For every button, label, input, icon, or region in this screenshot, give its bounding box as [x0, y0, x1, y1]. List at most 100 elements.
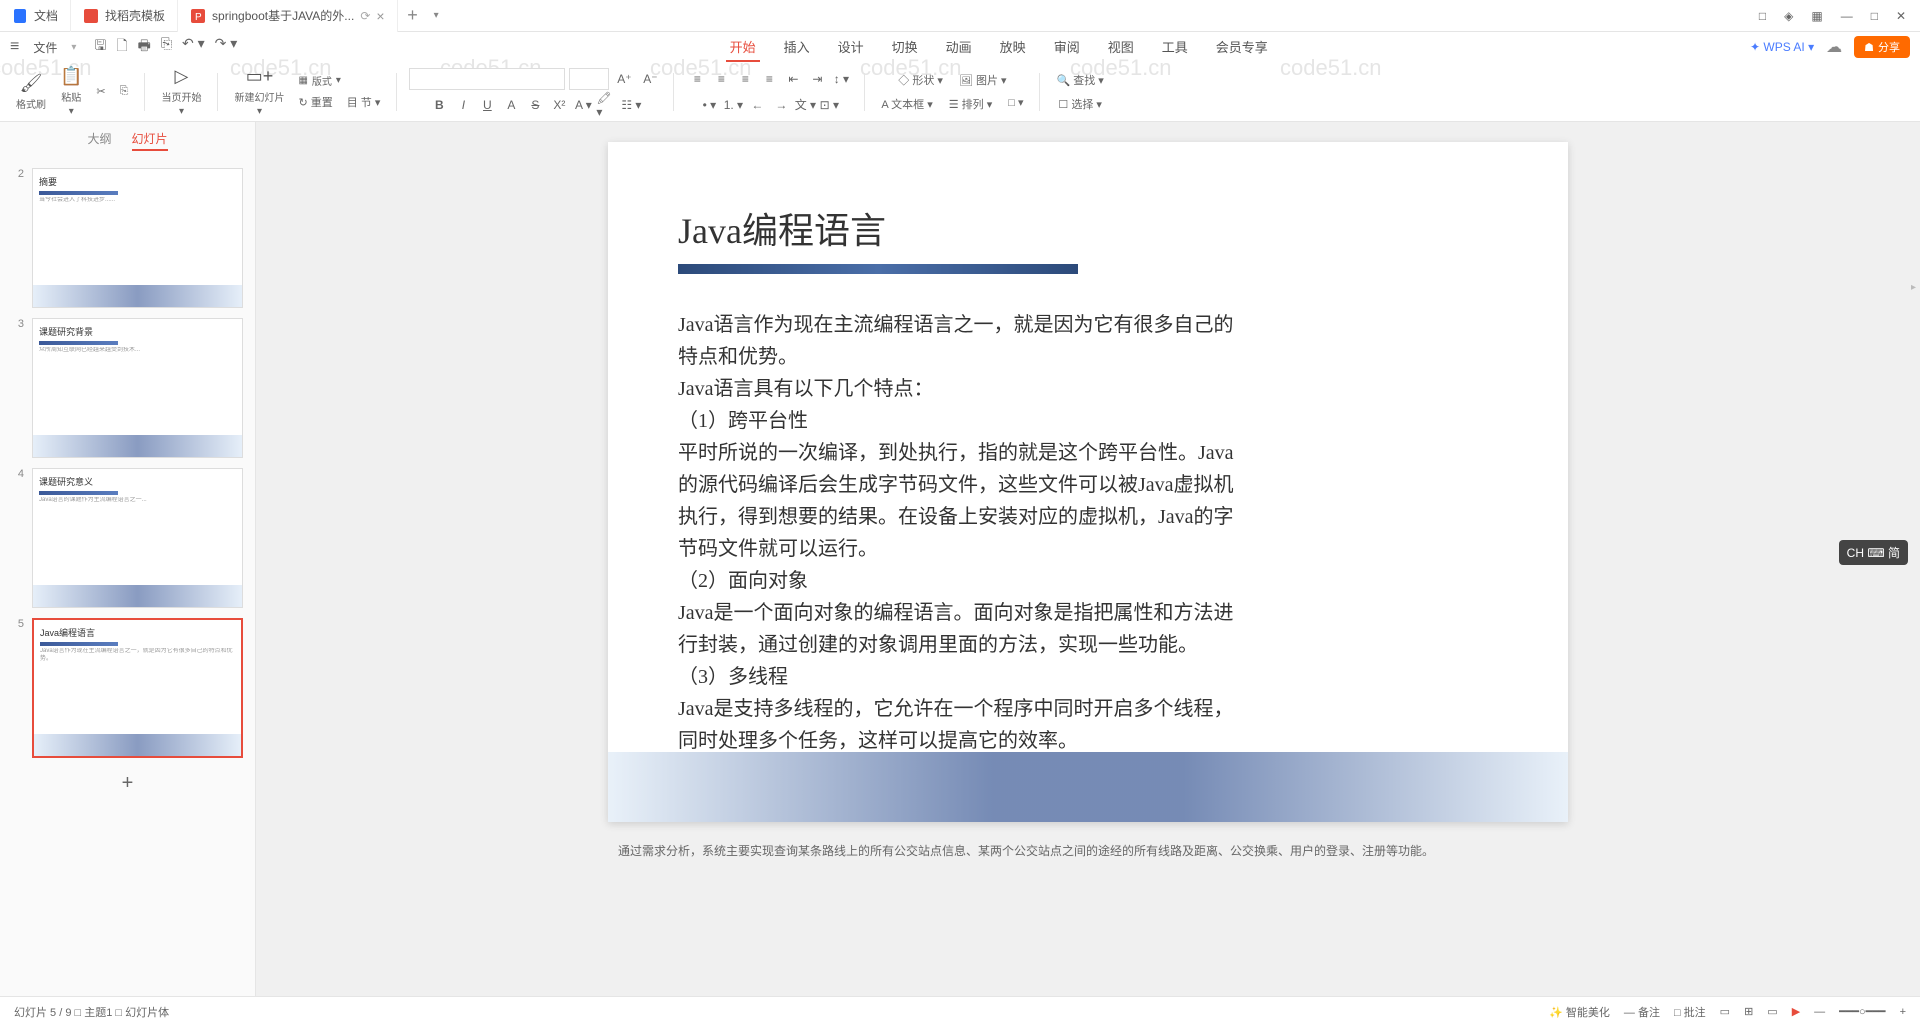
select-button[interactable]: ☐ 选择 ▾ — [1054, 94, 1106, 114]
align-right-icon[interactable]: ≡ — [734, 68, 756, 90]
indent-increase-icon[interactable]: ⇥ — [806, 68, 828, 90]
notes-toggle[interactable]: — 备注 — [1624, 1004, 1660, 1020]
tab-active-ppt[interactable]: P springboot基于JAVA的外... ⟳ × — [178, 0, 398, 32]
slide-thumbnail[interactable]: 课题研究背景 众所周知互联网已经越来越受到技术... — [32, 318, 243, 458]
menu-tab-tools[interactable]: 工具 — [1158, 33, 1192, 62]
font-size-select[interactable] — [569, 68, 609, 90]
bullets-icon[interactable]: • ▾ — [698, 94, 720, 116]
slide-canvas[interactable]: Java编程语言 Java语言作为现在主流编程语言之一，就是因为它有很多自己的 … — [256, 122, 1920, 996]
file-dropdown-icon[interactable]: ▾ — [71, 42, 76, 53]
image-button[interactable]: 🖼 图片 ▾ — [955, 70, 1011, 90]
hamburger-icon[interactable]: ≡ — [10, 38, 19, 56]
current-slide[interactable]: Java编程语言 Java语言作为现在主流编程语言之一，就是因为它有很多自己的 … — [608, 142, 1568, 822]
slide-title[interactable]: Java编程语言 — [678, 202, 1498, 254]
tab-template[interactable]: 找稻壳模板 — [71, 0, 178, 32]
paste-button[interactable]: 📋粘贴 ▾ — [56, 64, 86, 119]
print-icon[interactable]: 🖶 — [138, 35, 151, 59]
zoom-in-icon[interactable]: + — [1900, 1006, 1906, 1018]
copy-icon[interactable]: ⎘ — [116, 83, 133, 100]
print-preview-icon[interactable]: 🗋 — [116, 35, 127, 59]
start-from-button[interactable]: ▷当页开始 ▾ — [157, 64, 205, 119]
italic-button[interactable]: I — [452, 94, 474, 116]
menu-tab-view[interactable]: 视图 — [1104, 33, 1138, 62]
share-button[interactable]: ☗ 分享 — [1854, 36, 1910, 58]
collapse-icon[interactable]: ▸ — [1911, 282, 1916, 293]
text-direction-icon[interactable]: 文 ▾ — [794, 94, 816, 116]
add-tab-button[interactable]: + — [398, 5, 428, 26]
add-slide-button[interactable]: + — [113, 768, 143, 798]
shape-button[interactable]: ◇ 形状 ▾ — [894, 70, 947, 90]
zoom-out-icon[interactable]: — — [1814, 1006, 1825, 1018]
bold-button[interactable]: B — [428, 94, 450, 116]
redo-icon[interactable]: ↷ ▾ — [215, 35, 238, 59]
save-icon[interactable]: 🖫 — [94, 35, 106, 59]
increase-level-icon[interactable]: → — [770, 94, 792, 116]
menu-tab-start[interactable]: 开始 — [726, 33, 760, 62]
underline-button[interactable]: U — [476, 94, 498, 116]
align-justify-icon[interactable]: ≡ — [758, 68, 780, 90]
increase-font-icon[interactable]: A⁺ — [613, 68, 635, 90]
decrease-level-icon[interactable]: ← — [746, 94, 768, 116]
find-button[interactable]: 🔍 查找 ▾ — [1052, 70, 1107, 90]
comments-toggle[interactable]: □ 批注 — [1674, 1004, 1706, 1020]
layout-button[interactable]: ▦版式 ▾ — [294, 71, 384, 90]
close-icon[interactable]: × — [376, 8, 384, 24]
help-icon[interactable]: □ — [1759, 9, 1766, 23]
view-reading-icon[interactable]: ▭ — [1767, 1005, 1777, 1018]
slide-body[interactable]: Java语言作为现在主流编程语言之一，就是因为它有很多自己的 特点和优势。 Ja… — [678, 309, 1498, 757]
slide-thumbnail-active[interactable]: Java编程语言 Java语言作为现在主流编程语言之一，就是因为它有很多自己的特… — [32, 618, 243, 758]
menu-tab-member[interactable]: 会员专享 — [1212, 33, 1272, 62]
minimize-button[interactable]: — — [1841, 9, 1853, 23]
maximize-button[interactable]: □ — [1871, 9, 1878, 23]
reset-button[interactable]: ↻ 重置 — [294, 92, 336, 112]
view-sorter-icon[interactable]: ⊞ — [1744, 1005, 1753, 1018]
avatar-icon[interactable]: ▦ — [1811, 9, 1822, 23]
tab-refresh-icon[interactable]: ⟳ — [360, 9, 370, 23]
view-normal-icon[interactable]: ▭ — [1720, 1005, 1730, 1018]
view-slideshow-icon[interactable]: ▶ — [1792, 1005, 1800, 1018]
align-center-icon[interactable]: ≡ — [710, 68, 732, 90]
file-menu[interactable]: 文件 — [27, 39, 63, 56]
numbering-icon[interactable]: 1. ▾ — [722, 94, 744, 116]
decrease-font-icon[interactable]: A⁻ — [639, 68, 661, 90]
slide-thumbnail[interactable]: 课题研究意义 Java语言的课题作为主流编程语言之一... — [32, 468, 243, 608]
menu-tab-insert[interactable]: 插入 — [780, 33, 814, 62]
menu-tab-transition[interactable]: 切换 — [888, 33, 922, 62]
export-icon[interactable]: ⎘ — [161, 35, 172, 59]
textbox-button[interactable]: A 文本框 ▾ — [877, 94, 936, 114]
menu-tab-animation[interactable]: 动画 — [942, 33, 976, 62]
menu-tab-design[interactable]: 设计 — [834, 33, 868, 62]
slide-thumbnail[interactable]: 摘要 当今社会进入了科技进步...... — [32, 168, 243, 308]
zoom-slider[interactable]: ━━━○━━━ — [1839, 1005, 1885, 1018]
strike-button[interactable]: S — [524, 94, 546, 116]
smart-beautify-button[interactable]: ✨ 智能美化 — [1549, 1004, 1610, 1020]
arrange-button[interactable]: ☰ 排列 ▾ — [945, 94, 997, 114]
menu-tab-review[interactable]: 审阅 — [1050, 33, 1084, 62]
fill-color-button[interactable]: 🖍 ▾ — [596, 94, 618, 116]
ime-indicator[interactable]: CH ⌨ 简 — [1839, 540, 1908, 565]
highlight-button[interactable]: A — [500, 94, 522, 116]
menu-tab-slideshow[interactable]: 放映 — [996, 33, 1030, 62]
cloud-icon[interactable]: ☁ — [1826, 37, 1842, 57]
clear-format-button[interactable]: ☷ ▾ — [620, 94, 642, 116]
tab-docs[interactable]: 文档 — [0, 0, 71, 32]
format-painter-button[interactable]: 🖌格式刷 — [12, 71, 50, 113]
align-vert-icon[interactable]: ⊡ ▾ — [818, 94, 840, 116]
align-left-icon[interactable]: ≡ — [686, 68, 708, 90]
notes-area[interactable]: 通过需求分析，系统主要实现查询某条路线上的所有公交站点信息、某两个公交站点之间的… — [608, 832, 1568, 869]
undo-icon[interactable]: ↶ ▾ — [182, 35, 205, 59]
style-button[interactable]: □ ▾ — [1004, 94, 1027, 114]
thumbnail-list[interactable]: 2 摘要 当今社会进入了科技进步...... 3 课题研究背景 众所周知互联网已… — [0, 160, 255, 996]
tab-more-icon[interactable]: ▾ — [428, 10, 445, 21]
close-button[interactable]: ✕ — [1896, 9, 1906, 23]
indent-decrease-icon[interactable]: ⇤ — [782, 68, 804, 90]
cut-icon[interactable]: ✂ — [92, 83, 109, 100]
outline-tab[interactable]: 大纲 — [87, 130, 111, 151]
font-select[interactable] — [409, 68, 565, 90]
cube-icon[interactable]: ◈ — [1784, 9, 1793, 23]
line-spacing-icon[interactable]: ↕ ▾ — [830, 68, 852, 90]
superscript-button[interactable]: X² — [548, 94, 570, 116]
slides-tab[interactable]: 幻灯片 — [132, 130, 168, 151]
font-color-button[interactable]: A ▾ — [572, 94, 594, 116]
section-button[interactable]: 目 节 ▾ — [343, 92, 385, 112]
